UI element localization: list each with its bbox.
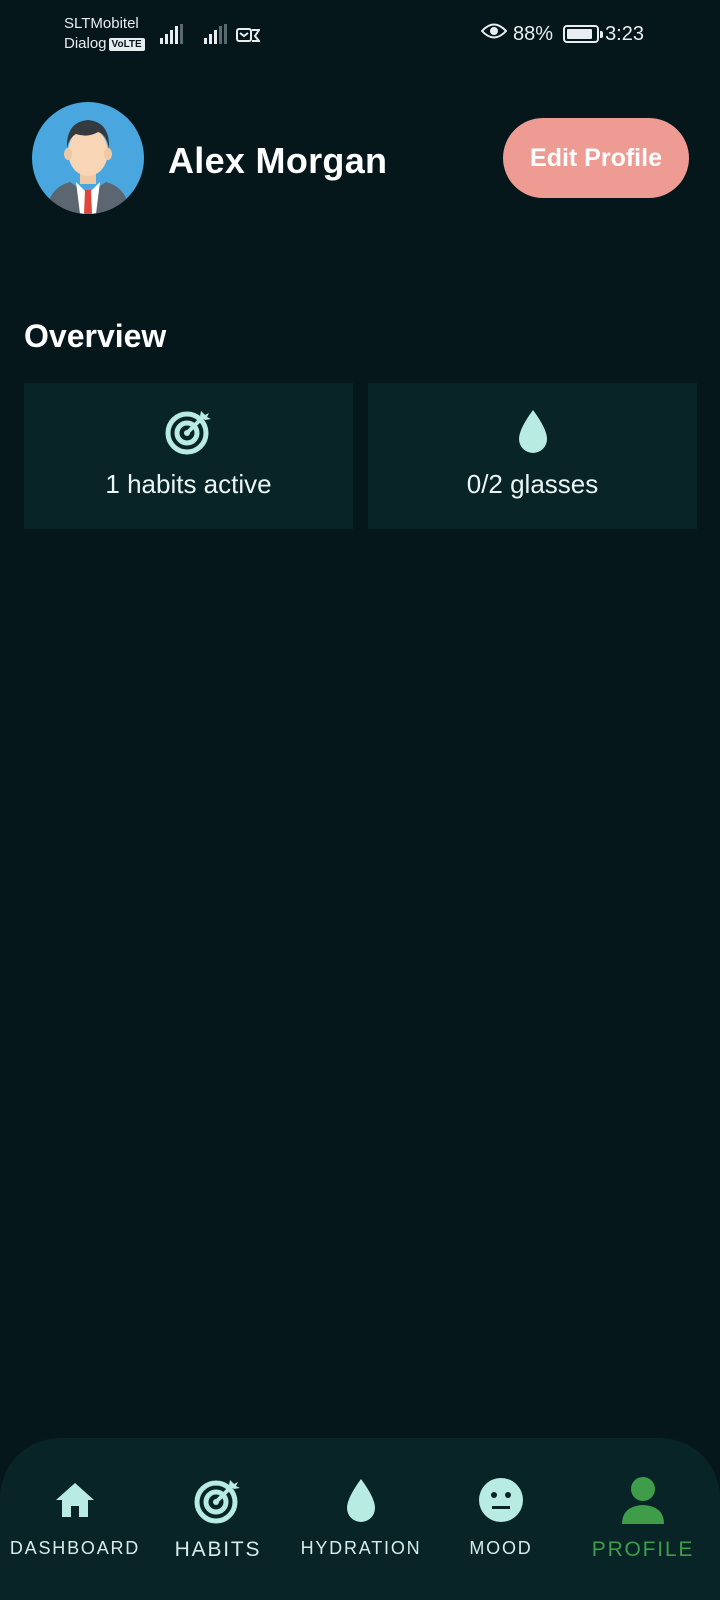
person-icon [619,1476,667,1524]
nav-label-habits: HABITS [174,1538,262,1561]
carrier-secondary-label: Dialog [64,35,107,52]
carrier-secondary: Dialog VoLTE [64,34,145,54]
glasses-count-text: 0/2 glasses [466,469,599,499]
habits-active-text: 1 habits active [105,469,272,499]
clock: 3:23 [605,22,644,45]
battery-percent: 88% [513,22,554,45]
eye-comfort-icon [480,22,508,46]
battery-icon [563,25,604,43]
status-bar: SLTMobitel Dialog VoLTE 88% 3:23 [0,0,720,72]
nav-item-profile[interactable]: PROFILE [566,1438,720,1600]
nav-item-mood[interactable]: MOOD [436,1438,566,1600]
bottom-navigation: DASHBOARD HABITS HYDRATION MOOD PROFILE [0,1438,720,1600]
battery-tip [600,31,604,38]
signal-strength-icon [160,24,184,44]
volte-badge: VoLTE [108,37,145,51]
notification-icon [236,26,260,44]
nav-label-dashboard: DASHBOARD [9,1538,141,1558]
battery-level-fill [567,29,592,39]
carrier-primary: SLTMobitel [64,15,139,32]
nav-item-habits[interactable]: HABITS [150,1438,286,1600]
hydration-summary-card[interactable]: 0/2 glasses [368,383,697,529]
target-icon [165,407,213,455]
home-icon [51,1476,99,1524]
carrier-info: SLTMobitel Dialog VoLTE [64,14,145,54]
nav-item-dashboard[interactable]: DASHBOARD [0,1438,150,1600]
target-icon [194,1476,242,1524]
nav-item-hydration[interactable]: HYDRATION [286,1438,436,1600]
habits-summary-card[interactable]: 1 habits active [24,383,353,529]
nav-label-profile: PROFILE [591,1538,695,1561]
edit-profile-button[interactable]: Edit Profile [503,118,689,198]
neutral-face-icon [477,1476,525,1524]
user-name: Alex Morgan [168,140,388,181]
nav-label-mood: MOOD [469,1538,533,1558]
status-right: 88% 3:23 [480,22,644,46]
signal-strength-icon [204,24,228,44]
overview-title: Overview [24,318,167,354]
water-drop-icon [509,407,557,455]
avatar [32,102,144,214]
nav-label-hydration: HYDRATION [300,1538,422,1558]
water-drop-icon [337,1476,385,1524]
